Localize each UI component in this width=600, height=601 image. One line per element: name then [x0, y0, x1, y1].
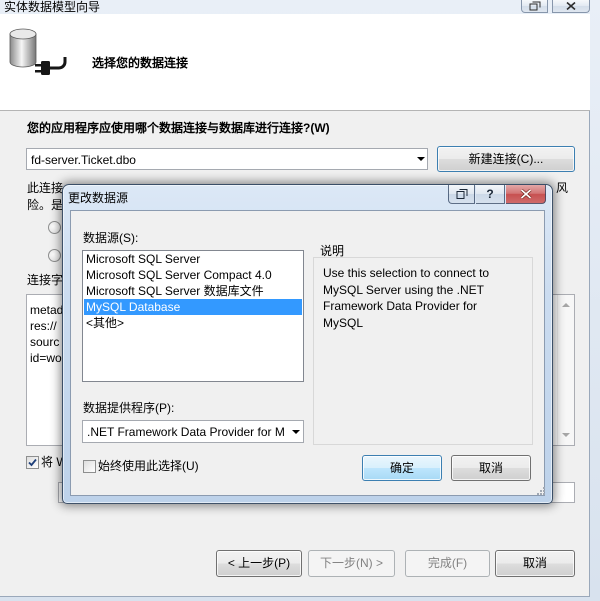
dialog-cancel-button-label: 取消 — [478, 461, 503, 475]
finish-button-label: 完成(F) — [427, 556, 468, 570]
sensitive-data-text-fragment: 风 — [556, 181, 569, 195]
wizard-window-title: 实体数据模型向导 — [4, 0, 101, 14]
back-button[interactable]: < 上一步(P) — [216, 550, 302, 577]
next-button[interactable]: 下一步(N) > — [308, 550, 395, 577]
database-connection-icon — [9, 28, 67, 75]
new-connection-button[interactable]: 新建连接(C)... — [437, 146, 575, 172]
dialog-close-button[interactable] — [506, 185, 546, 204]
connection-question-label: 您的应用程序应使用哪个数据连接与数据库进行连接?(W) — [27, 121, 330, 135]
scroll-down-arrow-icon[interactable] — [562, 433, 570, 437]
sensitive-data-text-fragment: 险。是 — [27, 198, 64, 212]
data-source-item[interactable]: MySQL Database — [84, 299, 302, 315]
data-source-item[interactable]: <其他> — [84, 315, 302, 331]
new-connection-button-label: 新建连接(C)... — [468, 152, 544, 166]
data-provider-combobox-value: .NET Framework Data Provider for M — [87, 425, 285, 439]
close-icon — [566, 2, 576, 10]
description-label: 说明 — [320, 244, 345, 258]
chevron-down-icon[interactable] — [292, 430, 300, 434]
include-sensitive-data-radio[interactable] — [48, 221, 61, 234]
vertical-scrollbar[interactable] — [557, 295, 574, 445]
always-use-selection-checkbox[interactable] — [83, 460, 96, 473]
data-source-item[interactable]: Microsoft SQL Server — [84, 251, 302, 267]
window-icon — [456, 189, 467, 199]
wizard-cancel-button[interactable]: 取消 — [495, 550, 575, 577]
connection-string-line: sourc — [30, 335, 60, 349]
data-source-item[interactable]: Microsoft SQL Server Compact 4.0 — [84, 267, 302, 283]
exclude-sensitive-data-radio[interactable] — [48, 249, 61, 262]
connection-string-line: metad — [30, 303, 64, 317]
connection-combobox-value: fd-server.Ticket.dbo — [31, 153, 136, 167]
connection-string-line: res:// — [30, 319, 57, 333]
sensitive-data-text-fragment: 此连接 — [27, 181, 64, 195]
ok-button-label: 确定 — [389, 461, 414, 475]
save-settings-checkbox[interactable] — [26, 456, 39, 469]
next-button-label: 下一步(N) > — [319, 556, 383, 570]
dialog-caption-extra-button[interactable] — [448, 185, 475, 204]
wizard-header-title: 选择您的数据连接 — [92, 56, 189, 70]
data-source-label: 数据源(S): — [83, 231, 139, 245]
connection-string-line: id=wo — [30, 351, 62, 365]
resize-grip-icon[interactable] — [536, 486, 545, 495]
description-panel: Use this selection to connect to MySQL S… — [313, 257, 533, 445]
back-button-label: < 上一步(P) — [227, 556, 291, 570]
help-icon: ? — [486, 187, 494, 201]
chevron-down-icon[interactable] — [417, 157, 425, 161]
wizard-caption-extra-button[interactable] — [521, 0, 548, 13]
dialog-cancel-button[interactable]: 取消 — [451, 455, 531, 481]
window-icon — [529, 1, 540, 11]
wizard-cancel-button-label: 取消 — [522, 556, 547, 570]
change-data-source-dialog: 更改数据源 ? 数据源(S): Microsoft SQL Server Mic… — [62, 184, 553, 504]
data-provider-combobox[interactable]: .NET Framework Data Provider for M — [82, 420, 304, 443]
wizard-close-button[interactable] — [552, 0, 590, 13]
connection-combobox[interactable]: fd-server.Ticket.dbo — [26, 148, 428, 170]
data-source-item[interactable]: Microsoft SQL Server 数据库文件 — [84, 283, 302, 299]
finish-button[interactable]: 完成(F) — [405, 550, 490, 577]
data-provider-label: 数据提供程序(P): — [83, 401, 175, 415]
always-use-selection-label: 始终使用此选择(U) — [98, 459, 199, 473]
dialog-client-area: 数据源(S): Microsoft SQL Server Microsoft S… — [70, 210, 545, 496]
ok-button[interactable]: 确定 — [362, 455, 442, 481]
description-text: Use this selection to connect to MySQL S… — [323, 266, 490, 330]
dialog-help-button[interactable]: ? — [476, 185, 505, 204]
connection-string-label: 连接字 — [27, 273, 64, 287]
checkmark-icon — [28, 458, 37, 467]
close-icon — [520, 189, 531, 199]
wizard-header-panel — [0, 14, 590, 111]
dialog-title: 更改数据源 — [68, 191, 129, 205]
scroll-up-arrow-icon[interactable] — [562, 303, 570, 307]
data-source-list[interactable]: Microsoft SQL Server Microsoft SQL Serve… — [82, 250, 304, 382]
